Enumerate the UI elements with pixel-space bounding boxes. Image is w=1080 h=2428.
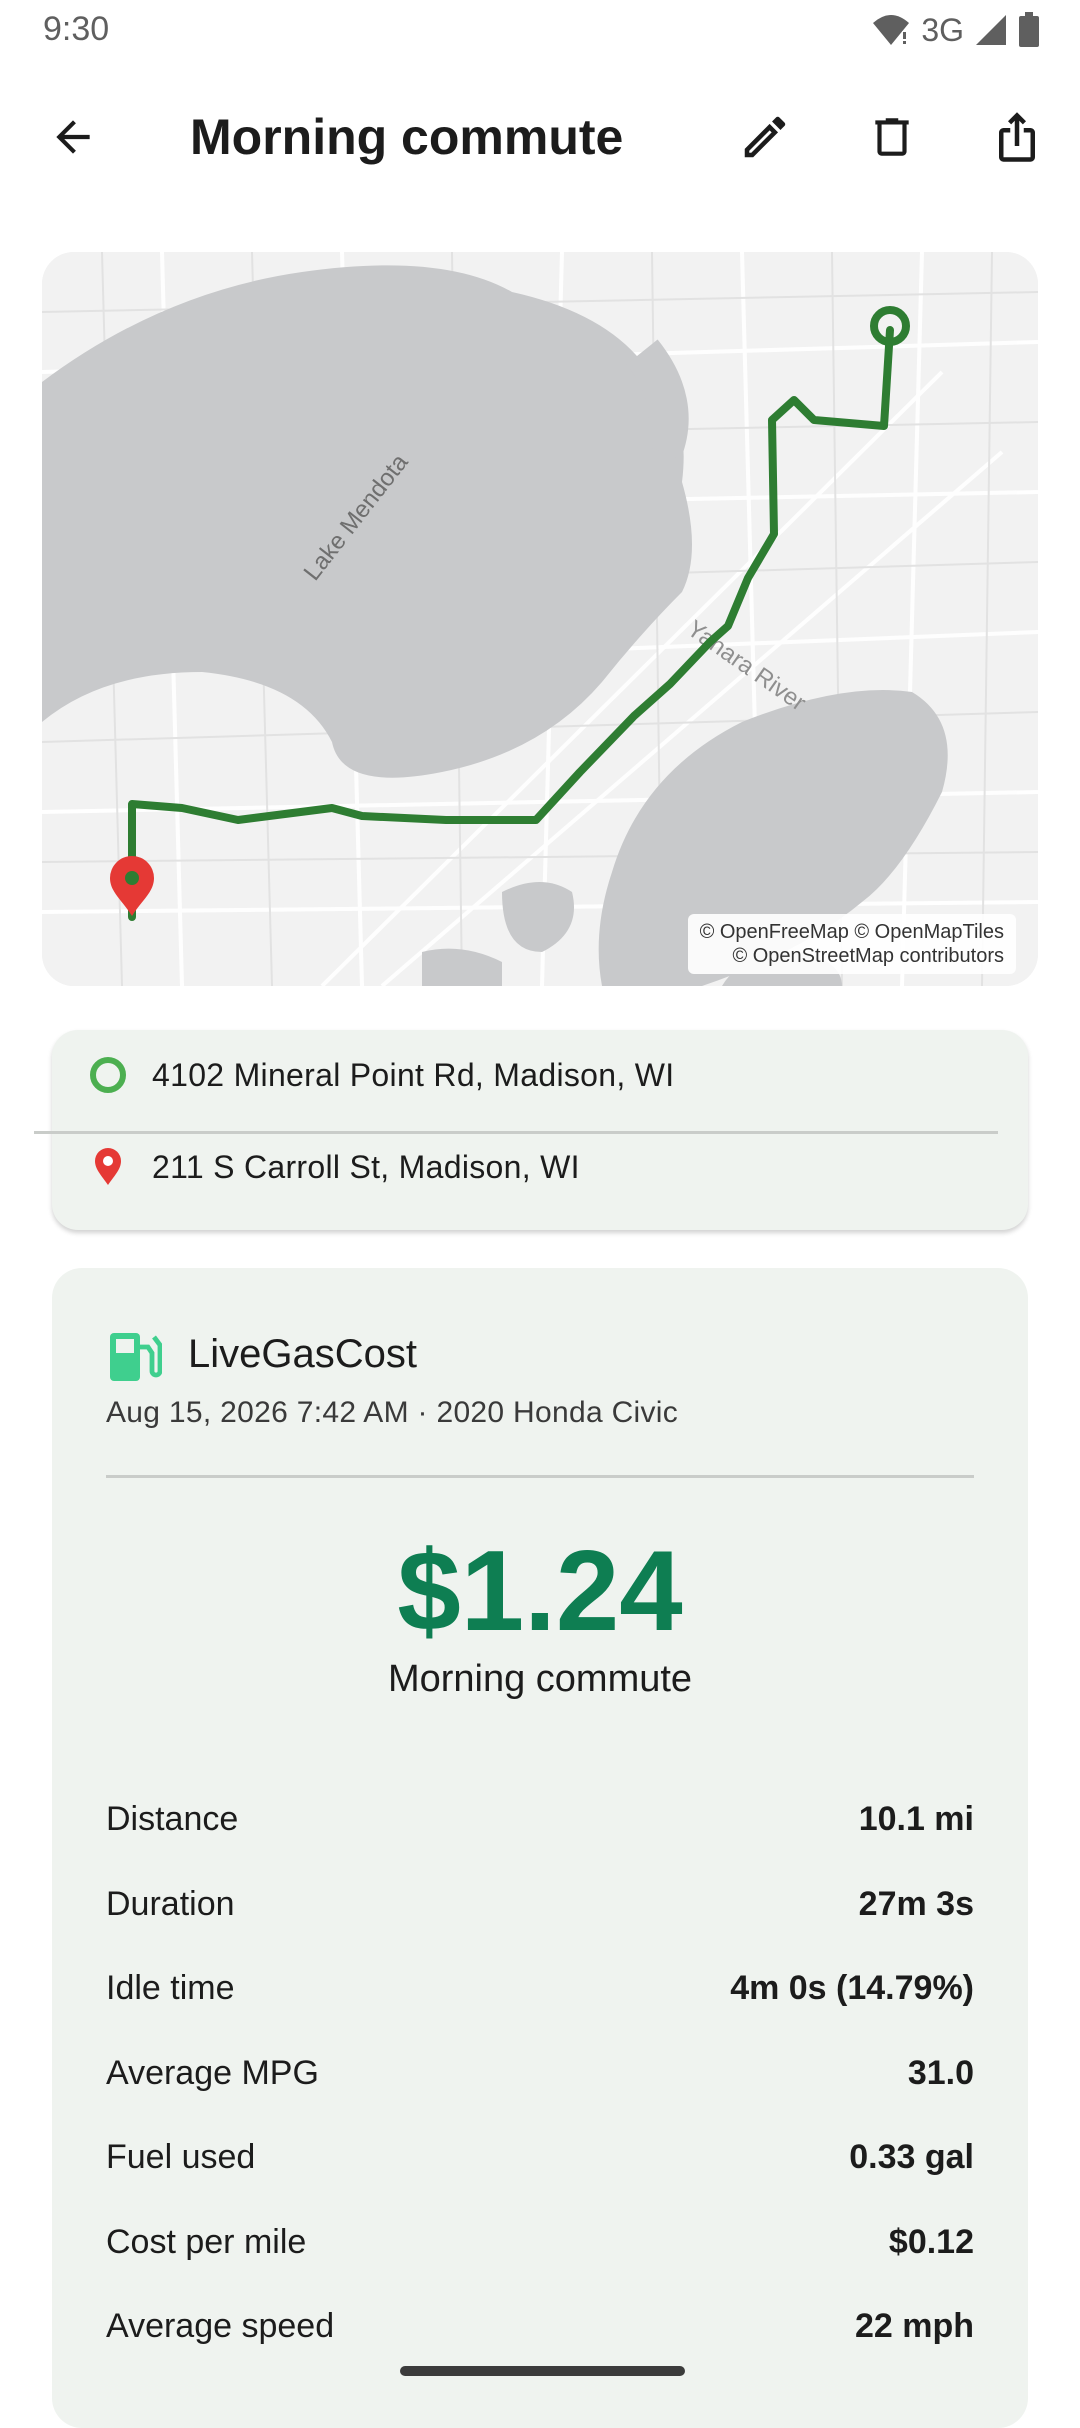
stat-value: 22 mph <box>854 2307 974 2345</box>
gas-pump-icon <box>110 1333 162 1381</box>
map-canvas: Lake Mendota Yahara River <box>42 252 1038 986</box>
stat-label: Average MPG <box>106 2053 319 2092</box>
end-address-row: 211 S Carroll St, Madison, WI <box>52 1122 1028 1212</box>
share-button[interactable] <box>977 97 1057 177</box>
stat-value: 10.1 mi <box>858 1800 974 1838</box>
page-title: Morning commute <box>190 109 624 165</box>
stat-value: 31.0 <box>907 2053 974 2092</box>
stat-value: $0.12 <box>888 2222 974 2261</box>
stat-row-idle-time: Idle time 4m 0s (14.79%) <box>106 1959 974 2044</box>
route-map[interactable]: Lake Mendota Yahara River © OpenFreeMap … <box>42 252 1038 986</box>
attribution-line-1: © OpenFreeMap © OpenMapTiles <box>699 921 1004 943</box>
stat-row-fuel-used: Fuel used 0.33 gal <box>106 2128 974 2213</box>
trip-name: Morning commute <box>387 1658 693 1700</box>
delete-trash-icon <box>875 118 909 156</box>
edit-button[interactable] <box>725 97 805 177</box>
stat-value: 4m 0s (14.79%) <box>730 1969 974 2007</box>
stat-row-distance: Distance 10.1 mi <box>106 1790 974 1875</box>
trip-meta: Aug 15, 2026 7:42 AM · 2020 Honda Civic <box>106 1396 679 1429</box>
stat-value: 0.33 gal <box>849 2138 974 2176</box>
trip-stats: Distance 10.1 mi Duration 27m 3s Idle ti… <box>106 1790 974 2382</box>
stat-label: Distance <box>106 1800 239 1838</box>
status-bar: 9:30 3G <box>0 0 1080 62</box>
stat-value: 27m 3s <box>858 1884 974 1923</box>
location-pin-icon <box>88 1147 128 1187</box>
delete-button[interactable] <box>852 97 932 177</box>
stat-label: Average speed <box>106 2307 335 2345</box>
signal-icon <box>976 15 1006 45</box>
stat-label: Duration <box>106 1884 235 1923</box>
stat-label: Idle time <box>106 1969 235 2007</box>
stat-row-average-mpg: Average MPG 31.0 <box>106 2044 974 2129</box>
stat-row-cost-per-mile: Cost per mile $0.12 <box>106 2213 974 2298</box>
stat-label: Fuel used <box>106 2138 256 2176</box>
app-bar: Morning commute <box>0 90 1080 186</box>
summary-divider <box>106 1475 974 1478</box>
map-attribution: © OpenFreeMap © OpenMapTiles © OpenStree… <box>687 914 1016 974</box>
home-indicator[interactable] <box>400 2366 685 2376</box>
start-address-row: 4102 Mineral Point Rd, Madison, WI <box>52 1030 1028 1120</box>
stat-row-duration: Duration 27m 3s <box>106 1875 974 1960</box>
total-cost: $1.24 <box>397 1528 683 1655</box>
status-time: 9:30 <box>43 10 110 48</box>
address-card: 4102 Mineral Point Rd, Madison, WI 211 S… <box>52 1030 1028 1230</box>
status-icons: 3G <box>871 10 1040 50</box>
battery-icon <box>1019 12 1039 47</box>
attribution-line-2: © OpenStreetMap contributors <box>732 945 1004 967</box>
back-button[interactable] <box>33 97 113 177</box>
trip-summary-card: LiveGasCost Aug 15, 2026 7:42 AM · 2020 … <box>52 1268 1028 2428</box>
start-circle-icon <box>88 1055 128 1095</box>
network-type: 3G <box>921 11 964 48</box>
start-address: 4102 Mineral Point Rd, Madison, WI <box>152 1056 675 1093</box>
back-arrow-icon <box>56 120 90 154</box>
brand-name: LiveGasCost <box>188 1332 417 1376</box>
edit-pencil-icon <box>744 116 786 158</box>
wifi-icon <box>873 15 910 45</box>
stat-label: Cost per mile <box>106 2222 307 2261</box>
share-icon <box>999 112 1035 162</box>
end-address: 211 S Carroll St, Madison, WI <box>152 1148 580 1185</box>
brand-logo <box>106 1326 162 1386</box>
address-divider <box>34 1131 998 1134</box>
